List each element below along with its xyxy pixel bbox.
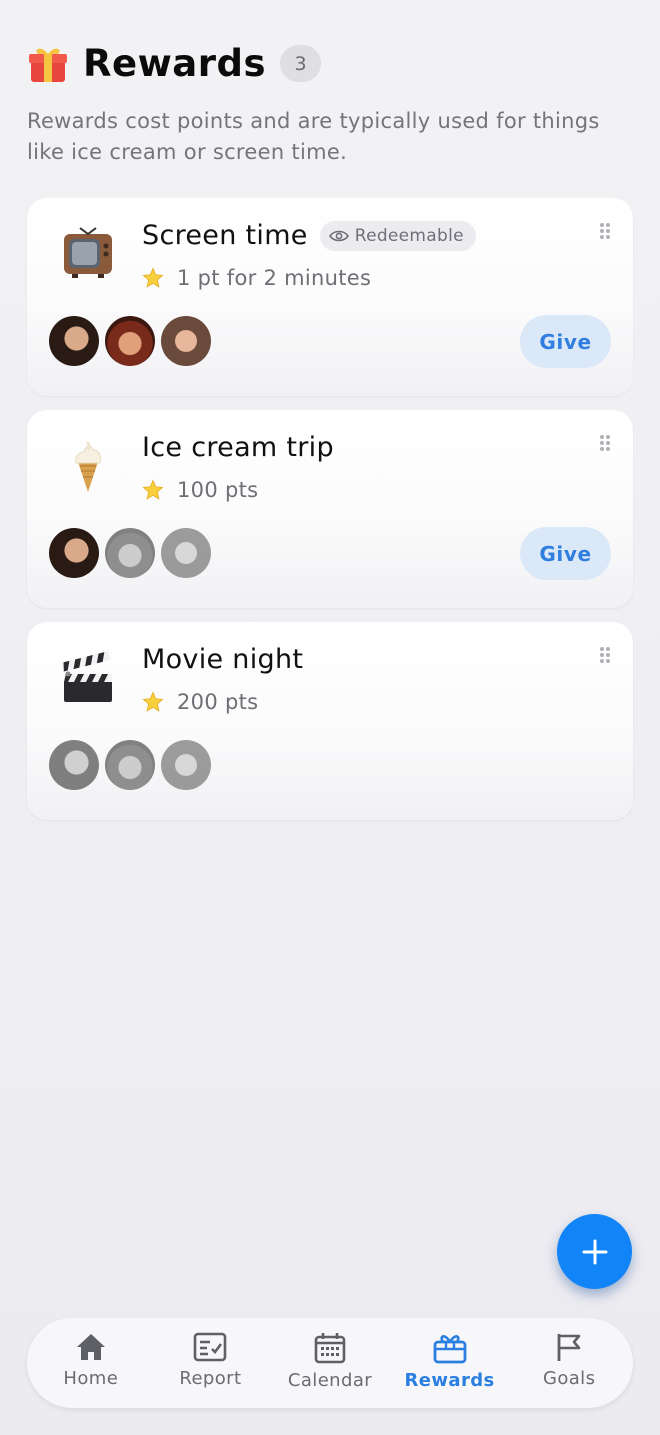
- redeemable-badge: Redeemable: [319, 220, 476, 251]
- tab-label: Report: [179, 1368, 242, 1389]
- avatar[interactable]: [49, 740, 99, 790]
- drag-handle-icon[interactable]: [599, 646, 611, 664]
- rewards-count-badge: 3: [280, 45, 321, 82]
- calendar-icon: [314, 1333, 346, 1364]
- avatar[interactable]: [161, 528, 211, 578]
- tab-goals[interactable]: Goals: [509, 1318, 629, 1408]
- avatar[interactable]: [161, 316, 211, 366]
- tab-label: Calendar: [287, 1370, 373, 1391]
- tab-calendar[interactable]: Calendar: [270, 1318, 390, 1408]
- reward-points-text: 1 pt for 2 minutes: [177, 266, 372, 290]
- reward-points-text: 200 pts: [177, 690, 259, 714]
- reward-title-text: Movie night: [142, 644, 304, 675]
- drag-handle-icon[interactable]: [599, 434, 611, 452]
- give-button[interactable]: Give: [520, 315, 611, 368]
- reward-title: Ice cream trip: [142, 432, 334, 463]
- reward-points: 100 pts: [142, 478, 258, 502]
- avatar[interactable]: [105, 528, 155, 578]
- reward-card-movie-night[interactable]: Movie night 200 pts: [27, 622, 633, 820]
- star-icon: [142, 479, 164, 500]
- give-button[interactable]: Give: [520, 527, 611, 580]
- avatar[interactable]: [49, 316, 99, 366]
- television-icon: [64, 227, 112, 278]
- avatar[interactable]: [161, 740, 211, 790]
- assigned-avatars: [49, 528, 217, 578]
- report-icon: [194, 1332, 227, 1362]
- home-icon: [76, 1334, 105, 1360]
- clapper-board-icon: [61, 651, 112, 702]
- reward-card-screen-time[interactable]: Screen time Redeemable 1 pt for 2 minute…: [27, 198, 633, 396]
- plus-icon: [582, 1239, 607, 1264]
- reward-card-ice-cream-trip[interactable]: Ice cream trip 100 pts Give: [27, 410, 633, 608]
- rewards-icon: [433, 1335, 466, 1364]
- page-header: Rewards 3: [27, 42, 321, 85]
- reward-points: 200 pts: [142, 690, 258, 714]
- reward-points: 1 pt for 2 minutes: [142, 266, 371, 290]
- tab-label: Home: [63, 1368, 119, 1389]
- tab-report[interactable]: Report: [151, 1318, 271, 1408]
- gift-icon: [29, 48, 67, 82]
- redeemable-label: Redeemable: [354, 225, 464, 246]
- avatar[interactable]: [105, 316, 155, 366]
- star-icon: [142, 267, 164, 288]
- reward-title: Movie night: [142, 644, 303, 675]
- reward-points-text: 100 pts: [177, 478, 259, 502]
- drag-handle-icon[interactable]: [599, 222, 611, 240]
- page-title: Rewards: [83, 42, 266, 85]
- eye-icon: [328, 230, 349, 241]
- reward-title: Screen time Redeemable: [142, 220, 476, 251]
- avatar[interactable]: [49, 528, 99, 578]
- avatar[interactable]: [105, 740, 155, 790]
- tab-label: Goals: [542, 1368, 596, 1389]
- ice-cream-icon: [75, 440, 102, 492]
- flag-icon: [557, 1334, 581, 1361]
- page-subtitle: Rewards cost points and are typically us…: [27, 109, 600, 164]
- tab-rewards[interactable]: Rewards: [390, 1318, 510, 1408]
- star-icon: [142, 691, 164, 712]
- tab-label: Rewards: [404, 1370, 495, 1391]
- tab-home[interactable]: Home: [31, 1318, 151, 1408]
- bottom-tab-bar: Home Report Calendar Rewards Goals: [27, 1318, 633, 1408]
- reward-title-text: Screen time: [142, 220, 308, 251]
- assigned-avatars: [49, 740, 217, 790]
- add-reward-button[interactable]: [557, 1214, 632, 1289]
- assigned-avatars: [49, 316, 217, 366]
- reward-title-text: Ice cream trip: [142, 432, 334, 463]
